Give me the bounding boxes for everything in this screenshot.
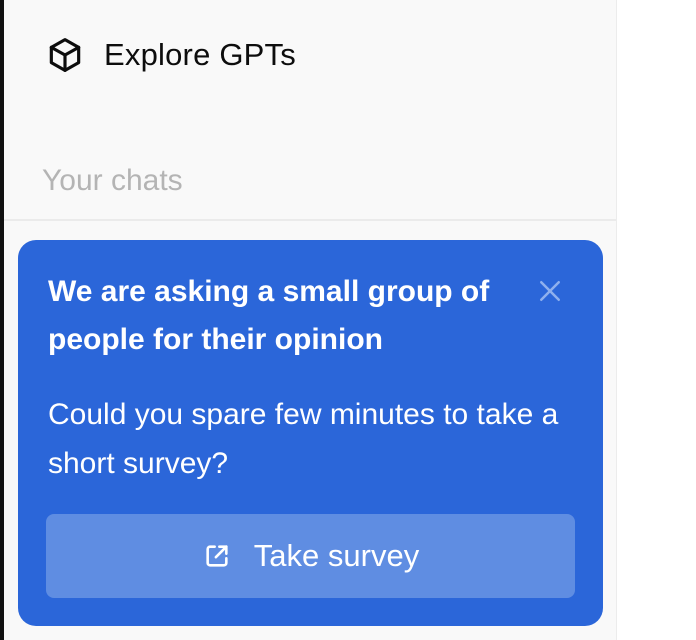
external-link-icon xyxy=(202,541,232,571)
take-survey-label: Take survey xyxy=(253,538,420,573)
your-chats-heading: Your chats xyxy=(42,164,183,197)
close-button[interactable] xyxy=(532,275,568,311)
close-icon xyxy=(535,276,565,311)
survey-card: We are asking a small group of people fo… xyxy=(18,240,603,626)
explore-gpts-link[interactable]: Explore GPTs xyxy=(44,30,296,80)
cube-icon xyxy=(44,34,86,76)
take-survey-button[interactable]: Take survey xyxy=(46,514,575,598)
sidebar: Explore GPTs Your chats We are asking a … xyxy=(4,0,617,640)
survey-message: Could you spare few minutes to take a sh… xyxy=(48,398,559,480)
explore-gpts-label: Explore GPTs xyxy=(104,37,296,72)
sidebar-divider xyxy=(4,219,616,221)
survey-title: We are asking a small group of people fo… xyxy=(48,275,490,356)
